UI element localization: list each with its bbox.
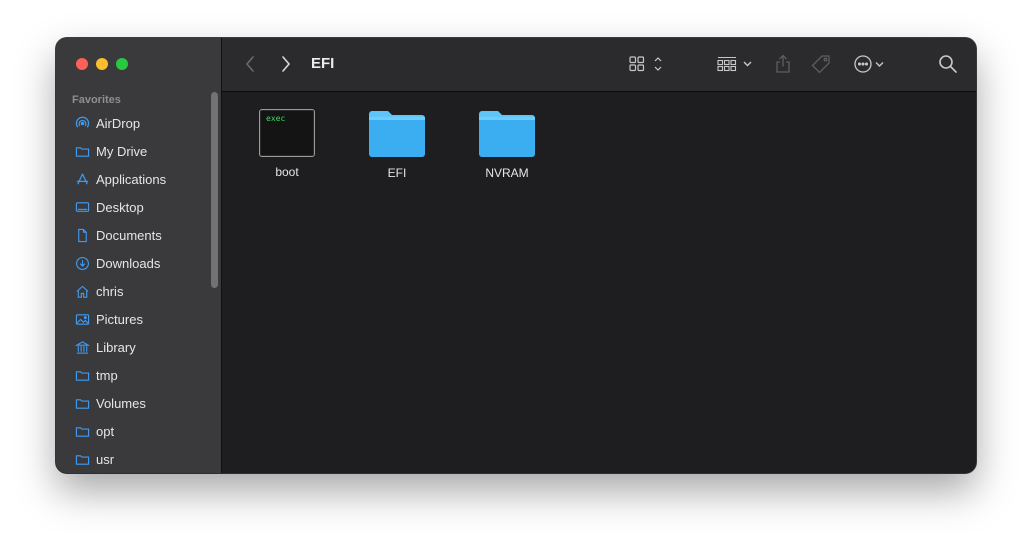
tag-button[interactable] (810, 53, 832, 75)
file-item-efi[interactable]: EFI (352, 108, 442, 180)
toolbar: EFI (222, 38, 976, 92)
folder-icon (74, 367, 90, 383)
window-controls (76, 58, 128, 70)
folder-icon (479, 111, 535, 157)
sidebar-item-library[interactable]: Library (56, 333, 221, 361)
sidebar-item-airdrop[interactable]: AirDrop (56, 109, 221, 137)
sidebar-item-label: Applications (96, 171, 167, 187)
folder-icon (369, 111, 425, 157)
sidebar-item-label: AirDrop (96, 115, 141, 131)
sidebar-item-documents[interactable]: Documents (56, 221, 221, 249)
file-item-nvram[interactable]: NVRAM (462, 108, 552, 180)
folder-icon (74, 451, 90, 467)
sidebar-item-label: Pictures (96, 311, 143, 327)
executable-icon: exec (259, 109, 315, 157)
share-button[interactable] (774, 53, 792, 75)
sidebar-item-label: opt (96, 423, 115, 439)
sidebar-item-desktop[interactable]: Desktop (56, 193, 221, 221)
tag-icon (811, 55, 830, 74)
sidebar-item-opt[interactable]: opt (56, 417, 221, 445)
home-icon (74, 283, 90, 299)
search-button[interactable] (938, 53, 958, 75)
view-mode-button[interactable] (629, 53, 665, 75)
sidebar-section-favorites: Favorites (72, 94, 121, 106)
executable-badge: exec (266, 114, 286, 123)
finder-window: Favorites AirDrop My Drive Applications … (56, 38, 976, 473)
share-icon (776, 54, 790, 73)
sidebar-item-label: Desktop (96, 199, 144, 215)
folder-icon (74, 143, 90, 159)
sidebar-item-label: My Drive (96, 143, 148, 159)
ellipsis-circle-icon (854, 55, 884, 73)
sidebar-item-my-drive[interactable]: My Drive (56, 137, 221, 165)
file-item-boot[interactable]: exec boot (242, 108, 332, 179)
chevron-left-icon (245, 56, 254, 72)
library-icon (74, 339, 90, 355)
close-window-button[interactable] (76, 58, 88, 70)
file-browser-content: exec boot EFI NVRAM (222, 92, 976, 473)
airdrop-icon (74, 115, 90, 131)
sidebar-item-label: tmp (96, 367, 118, 383)
desktop-icon (74, 199, 90, 215)
pictures-icon (74, 311, 90, 327)
sidebar-item-label: Downloads (96, 255, 161, 271)
sidebar-item-label: usr (96, 451, 115, 467)
group-button[interactable] (717, 53, 755, 75)
window-title: EFI (311, 55, 335, 72)
sidebar-list: AirDrop My Drive Applications Desktop Do… (56, 109, 221, 473)
document-icon (74, 227, 90, 243)
folder-icon (74, 395, 90, 411)
file-name: EFI (387, 166, 407, 180)
search-icon (939, 55, 957, 73)
file-name: boot (275, 165, 299, 179)
sidebar-item-tmp[interactable]: tmp (56, 361, 221, 389)
sidebar-item-volumes[interactable]: Volumes (56, 389, 221, 417)
file-name: NVRAM (485, 166, 529, 180)
sidebar: Favorites AirDrop My Drive Applications … (56, 38, 222, 473)
zoom-window-button[interactable] (116, 58, 128, 70)
sidebar-item-usr[interactable]: usr (56, 445, 221, 473)
forward-button[interactable] (280, 53, 292, 75)
sidebar-item-chris[interactable]: chris (56, 277, 221, 305)
sidebar-item-label: Volumes (96, 395, 146, 411)
sidebar-item-downloads[interactable]: Downloads (56, 249, 221, 277)
sidebar-item-applications[interactable]: Applications (56, 165, 221, 193)
sidebar-item-label: chris (96, 283, 124, 299)
applications-icon (74, 171, 90, 187)
sidebar-item-label: Library (96, 339, 136, 355)
icon-grid-icon (629, 56, 662, 72)
downloads-icon (74, 255, 90, 271)
folder-icon (74, 423, 90, 439)
group-icon (717, 56, 752, 72)
chevron-right-icon (282, 56, 291, 72)
sidebar-item-label: Documents (96, 227, 162, 243)
more-actions-button[interactable] (853, 53, 889, 75)
minimize-window-button[interactable] (96, 58, 108, 70)
sidebar-item-pictures[interactable]: Pictures (56, 305, 221, 333)
sidebar-scrollbar[interactable] (211, 92, 218, 288)
back-button[interactable] (244, 53, 256, 75)
